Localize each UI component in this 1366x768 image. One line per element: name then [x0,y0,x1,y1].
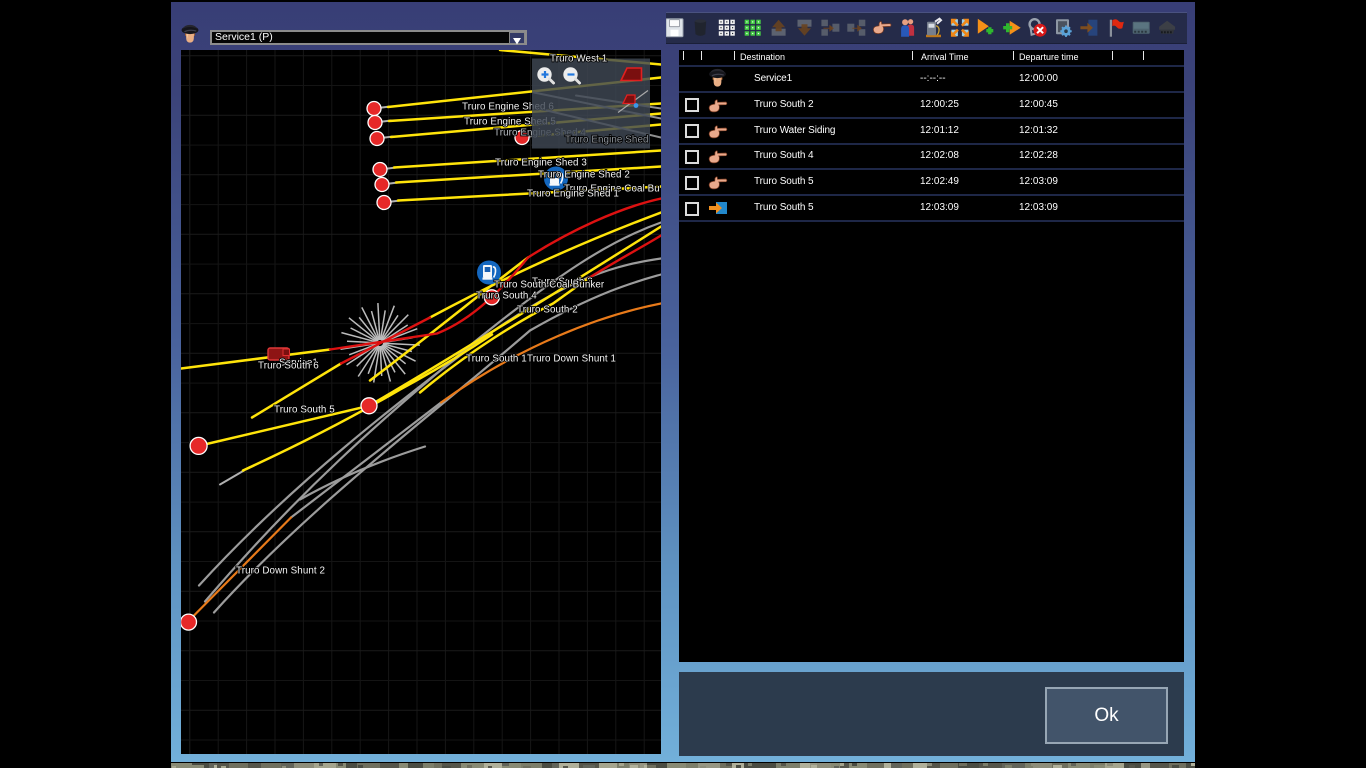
svg-text:Truro Engine Shed: Truro Engine Shed [565,134,649,145]
svg-text:Truro South Coal Bunker: Truro South Coal Bunker [494,279,605,290]
svg-text:Truro South 1: Truro South 1 [466,353,527,364]
svg-text:Truro Down Shunt 1: Truro Down Shunt 1 [527,353,616,364]
svg-text:Truro Engine Shed 3: Truro Engine Shed 3 [495,157,587,168]
svg-text:Truro Down Shunt 2: Truro Down Shunt 2 [236,565,325,576]
svg-text:Truro Engine Shed 1: Truro Engine Shed 1 [527,188,619,199]
svg-text:Truro South 2: Truro South 2 [517,304,578,315]
svg-text:Truro South 4: Truro South 4 [476,290,537,301]
svg-text:Truro Engine Shed 2: Truro Engine Shed 2 [538,169,630,180]
svg-text:Truro South 5: Truro South 5 [274,404,335,415]
svg-text:Truro South 6: Truro South 6 [258,360,319,371]
svg-text:Truro West 1: Truro West 1 [550,53,607,64]
